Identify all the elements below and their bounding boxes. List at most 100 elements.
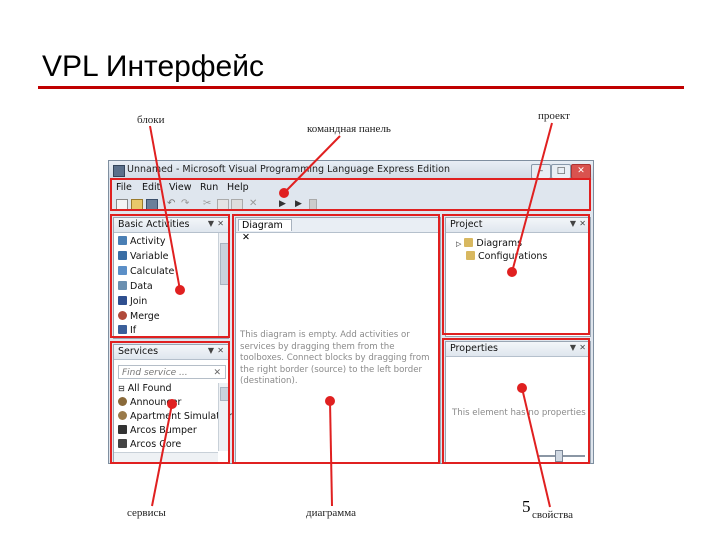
data-icon — [118, 281, 127, 290]
status-bar — [109, 449, 593, 463]
list-item-label: Merge — [130, 311, 160, 322]
bumper-icon — [118, 425, 127, 434]
pin-icon[interactable]: ▼ — [208, 346, 214, 355]
list-item[interactable]: Merge — [118, 311, 160, 325]
pin-icon[interactable]: ▼ — [570, 343, 576, 352]
annotation-blocks: блоки — [137, 114, 165, 126]
window-title: Unnamed - Microsoft Visual Programming L… — [127, 164, 450, 175]
properties-panel: Properties ▼ ✕ This element has no prope… — [445, 341, 591, 463]
expand-icon[interactable]: ▷ — [456, 240, 461, 248]
folder-icon — [464, 238, 474, 247]
list-item[interactable]: Data — [118, 281, 153, 295]
clear-search-icon[interactable]: ✕ — [213, 366, 221, 380]
app-icon — [113, 165, 125, 177]
project-panel: Project ▼ ✕ ▷ Diagrams Configurations — [445, 217, 591, 337]
services-scrollbar[interactable] — [218, 383, 229, 451]
pin-icon[interactable]: ▼ — [570, 219, 576, 228]
list-item[interactable]: Variable — [118, 251, 168, 265]
gear-icon — [118, 397, 127, 406]
calculate-icon — [118, 266, 127, 275]
basic-activities-scrollbar[interactable] — [218, 233, 229, 337]
properties-empty-message: This element has no properties — [452, 408, 586, 418]
title-rule — [38, 86, 684, 89]
list-item-label: Calculate — [130, 266, 175, 277]
diagram-empty-message: This diagram is empty. Add activities or… — [240, 330, 430, 386]
tree-item-label: Configurations — [478, 251, 548, 262]
list-item[interactable]: Announcer — [118, 397, 181, 411]
maximize-button[interactable]: □ — [551, 164, 571, 179]
menu-help[interactable]: Help — [227, 182, 249, 193]
open-icon[interactable] — [131, 199, 143, 211]
basic-activities-panel: Basic Activities ▼ ✕ Activity Variable C… — [113, 217, 229, 339]
list-item[interactable]: Join — [118, 296, 147, 310]
list-item[interactable]: If — [118, 325, 136, 339]
services-header: Services ▼ ✕ — [114, 345, 228, 360]
project-title: Project — [450, 219, 483, 230]
core-icon — [118, 439, 127, 448]
save-icon[interactable] — [146, 199, 158, 211]
slide-title: VPL Интерфейс — [42, 50, 264, 83]
variable-icon — [118, 251, 127, 260]
properties-header: Properties ▼ ✕ — [446, 342, 590, 357]
if-icon — [118, 325, 127, 334]
list-item[interactable]: Apartment Simulation — [118, 411, 234, 425]
tab-close-icon[interactable]: ✕ — [242, 232, 250, 243]
tree-item-diagrams[interactable]: ▷ Diagrams — [456, 238, 522, 249]
tree-item-configurations[interactable]: Configurations — [466, 251, 547, 262]
search-placeholder: Find service ... — [122, 368, 188, 378]
scroll-thumb[interactable] — [220, 387, 229, 401]
run-icon[interactable]: ▶ — [279, 199, 289, 209]
debug-icon[interactable]: ▶ — [295, 199, 305, 209]
join-icon — [118, 296, 127, 305]
list-item-label: Activity — [130, 236, 166, 247]
basic-activities-title: Basic Activities — [118, 219, 190, 230]
gear-icon — [118, 411, 127, 420]
collapse-icon[interactable]: ⊟ — [118, 384, 125, 393]
vpl-window: Unnamed - Microsoft Visual Programming L… — [108, 160, 594, 464]
annotation-command-panel: командная панель — [307, 123, 391, 135]
menu-run[interactable]: Run — [200, 182, 218, 193]
services-group[interactable]: ⊟ All Found — [118, 383, 172, 397]
list-item-label: Variable — [130, 251, 169, 262]
services-group-label: All Found — [127, 383, 172, 394]
properties-title: Properties — [450, 343, 499, 354]
minimize-button[interactable]: – — [531, 164, 551, 179]
cut-icon[interactable]: ✂ — [203, 199, 213, 209]
menu-file[interactable]: File — [116, 182, 132, 193]
window-titlebar[interactable]: Unnamed - Microsoft Visual Programming L… — [109, 161, 593, 180]
list-item-label: Announcer — [130, 397, 182, 408]
services-panel: Services ▼ ✕ Find service ... ✕ ⊟ All Foun… — [113, 344, 234, 463]
redo-icon[interactable]: ↷ — [181, 199, 191, 209]
annotation-project: проект — [538, 110, 570, 122]
merge-icon — [118, 311, 127, 320]
panel-close-icon[interactable]: ✕ — [579, 219, 586, 228]
tab-diagram[interactable]: Diagram ✕ — [238, 219, 292, 243]
services-title: Services — [118, 346, 159, 357]
scroll-thumb[interactable] — [220, 243, 229, 285]
new-icon[interactable] — [116, 199, 128, 211]
list-item[interactable]: Calculate — [118, 266, 174, 280]
menu-view[interactable]: View — [169, 182, 192, 193]
menu-edit[interactable]: Edit — [142, 182, 160, 193]
undo-icon[interactable]: ↶ — [167, 199, 177, 209]
delete-icon[interactable]: ✕ — [249, 199, 259, 209]
search-input[interactable]: Find service ... ✕ — [118, 365, 226, 379]
toolbar-gripper — [309, 199, 317, 211]
close-button[interactable]: ✕ — [571, 164, 591, 179]
page-number: 5 — [522, 497, 531, 516]
list-item-label: Arcos Bumper — [130, 425, 197, 436]
list-item[interactable]: Arcos Bumper — [118, 425, 197, 439]
zoom-slider-knob[interactable] — [555, 450, 563, 462]
list-item-label: Join — [130, 296, 148, 307]
diagram-panel[interactable]: Diagram ✕ This diagram is empty. Add act… — [235, 217, 441, 463]
panel-close-icon[interactable]: ✕ — [217, 219, 224, 228]
list-item[interactable]: Activity — [118, 236, 166, 250]
copy-icon[interactable] — [217, 199, 229, 211]
panel-close-icon[interactable]: ✕ — [579, 343, 586, 352]
panel-close-icon[interactable]: ✕ — [217, 346, 224, 355]
project-header: Project ▼ ✕ — [446, 218, 590, 233]
paste-icon[interactable] — [231, 199, 243, 211]
basic-activities-header: Basic Activities ▼ ✕ — [114, 218, 228, 233]
pin-icon[interactable]: ▼ — [208, 219, 214, 228]
tab-diagram-label: Diagram — [242, 220, 283, 231]
